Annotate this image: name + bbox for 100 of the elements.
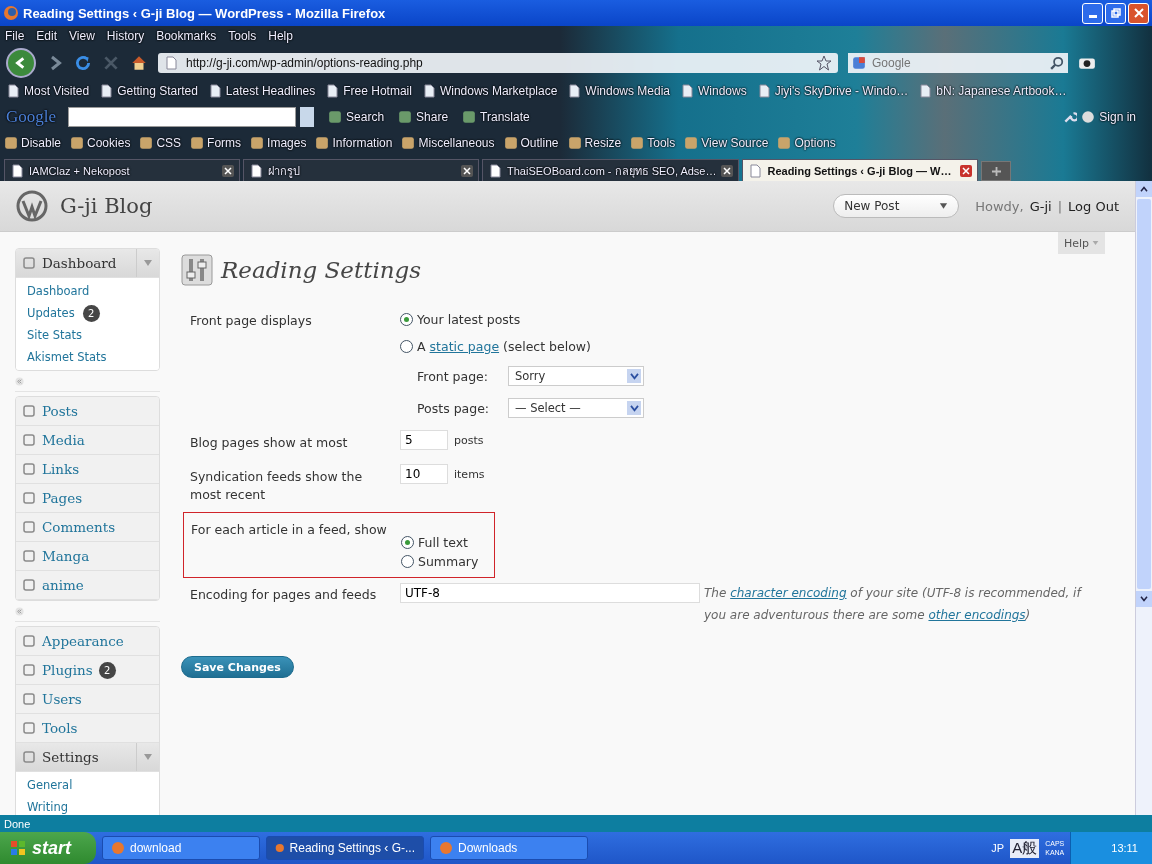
number-field[interactable]: 10 — [400, 464, 448, 484]
radio-button[interactable] — [401, 555, 414, 568]
menu-item[interactable]: anime — [16, 571, 159, 600]
menu-item[interactable]: History — [106, 29, 145, 43]
menu-item[interactable]: Tools — [16, 714, 159, 743]
site-title[interactable]: G-ji Blog — [60, 194, 153, 218]
menu-item[interactable]: Settings — [16, 743, 159, 772]
taskbar-button[interactable]: download — [102, 836, 260, 860]
submenu-link[interactable]: Site Stats — [27, 328, 83, 342]
bookmark[interactable]: Most Visited — [24, 84, 90, 98]
radio-button[interactable] — [401, 536, 414, 549]
save-changes-button[interactable]: Save Changes — [181, 656, 294, 678]
new-tab-button[interactable] — [981, 161, 1012, 181]
menu-item[interactable]: View — [69, 29, 95, 43]
toolbar-menu[interactable]: Information — [332, 136, 393, 150]
scroll-down-button[interactable] — [1136, 591, 1152, 607]
radio-button[interactable] — [400, 340, 413, 353]
toolbar-menu[interactable]: Miscellaneous — [418, 136, 495, 150]
search-icon[interactable] — [1050, 55, 1064, 70]
toolbar-button[interactable]: Share — [416, 110, 449, 124]
menu-item[interactable]: Manga — [16, 542, 159, 571]
maximize-button[interactable] — [1105, 2, 1126, 24]
bookmark[interactable]: Windows Media — [585, 84, 670, 98]
toolbar-menu[interactable]: Outline — [520, 136, 559, 150]
submenu-link[interactable]: General — [27, 778, 73, 792]
menu-item[interactable]: Media — [16, 426, 159, 455]
search-input[interactable]: Google — [870, 54, 1046, 71]
toolbar-menu[interactable]: Cookies — [87, 136, 131, 150]
toolbar-button[interactable]: Translate — [480, 110, 530, 124]
menu-item[interactable]: Dashboard — [16, 249, 159, 278]
bookmark[interactable]: Free Hotmail — [343, 84, 412, 98]
bookmark[interactable]: Windows Marketplace — [439, 84, 558, 98]
scroll-thumb[interactable] — [1137, 199, 1151, 589]
encoding-field[interactable]: UTF-8 — [400, 583, 700, 603]
close-icon[interactable] — [461, 164, 473, 177]
submenu-link[interactable]: Dashboard — [27, 284, 90, 298]
toolbar-menu[interactable]: Resize — [584, 136, 622, 150]
address-bar[interactable]: http://g-ji.com/wp-admin/options-reading.php — [158, 52, 838, 73]
toolbar-menu[interactable]: Options — [794, 136, 836, 150]
dropdown[interactable]: — Select — — [508, 398, 644, 418]
menu-item[interactable]: File — [5, 29, 25, 43]
start-button[interactable]: start — [0, 832, 96, 864]
menu-item[interactable]: Pages — [16, 484, 159, 513]
star-icon[interactable] — [816, 54, 832, 71]
taskbar-button[interactable]: Downloads — [430, 836, 588, 860]
menu-item[interactable]: Help — [268, 29, 293, 43]
help-link[interactable]: character encoding — [730, 586, 847, 600]
search-engine-icon[interactable] — [852, 55, 866, 70]
toolbar-menu[interactable]: Tools — [647, 136, 676, 150]
bookmark[interactable]: Getting Started — [117, 84, 198, 98]
taskbar-button[interactable]: Reading Settings ‹ G-... — [266, 836, 424, 860]
help-link[interactable]: other encodings — [928, 608, 1026, 622]
radio-button[interactable] — [400, 313, 413, 326]
dropdown[interactable]: Sorry — [508, 366, 644, 386]
search-field[interactable]: Google — [848, 52, 1068, 73]
back-button[interactable] — [6, 47, 36, 78]
help-button[interactable]: Help — [1057, 232, 1105, 254]
menu-item[interactable]: Users — [16, 685, 159, 714]
number-field[interactable]: 5 — [400, 430, 448, 450]
ime-indicator[interactable]: A般 — [1010, 838, 1040, 858]
new-post-button[interactable]: New Post — [833, 194, 960, 218]
toolbar-menu[interactable]: Forms — [207, 136, 242, 150]
bookmark[interactable]: Latest Headlines — [225, 84, 316, 98]
toolbar-menu[interactable]: View Source — [701, 136, 769, 150]
toolbar-button[interactable]: Search — [346, 110, 385, 124]
menu-item[interactable]: Appearance — [16, 627, 159, 656]
menu-item[interactable]: Links — [16, 455, 159, 484]
static-page-link[interactable]: static page — [429, 339, 500, 354]
submenu-link[interactable]: Updates — [27, 306, 75, 320]
browser-tab[interactable]: ฝากรูป — [243, 159, 479, 181]
toolbar-menu[interactable]: Images — [267, 136, 307, 150]
scrollbar-track[interactable] — [1135, 181, 1152, 815]
submenu-link[interactable]: Akismet Stats — [27, 350, 107, 364]
menu-item[interactable]: Tools — [228, 29, 257, 43]
bookmark[interactable]: Jiyi's SkyDrive - Windo… — [774, 84, 909, 98]
log-out-link[interactable]: Log Out — [1068, 198, 1119, 214]
scroll-up-button[interactable] — [1136, 181, 1152, 197]
minimize-button[interactable] — [1082, 2, 1103, 24]
user-link[interactable]: G-ji — [1029, 198, 1052, 214]
menu-item[interactable]: Bookmarks — [156, 29, 217, 43]
toolbar-menu[interactable]: Disable — [21, 136, 62, 150]
toolbar-menu[interactable]: CSS — [156, 136, 182, 150]
wrench-icon[interactable] — [1063, 110, 1078, 124]
dropdown-button[interactable] — [300, 107, 315, 127]
menu-item[interactable]: Plugins 2 — [16, 656, 159, 685]
browser-tab[interactable]: IAMClaz + Nekopost — [4, 159, 240, 181]
submenu-link[interactable]: Writing — [27, 800, 69, 814]
bookmark[interactable]: Windows — [698, 84, 747, 98]
sign-in-button[interactable]: Sign in — [1099, 110, 1136, 124]
menu-item[interactable]: Comments — [16, 513, 159, 542]
toolbar-search-field[interactable] — [68, 107, 297, 127]
language-indicator[interactable]: JP — [991, 842, 1005, 854]
browser-tab[interactable]: ThaiSEOBoard.com - กลยุทธ SEO, Adse… — [482, 159, 740, 181]
menu-item[interactable]: Edit — [36, 29, 58, 43]
bookmark[interactable]: bN: Japanese Artbook… — [936, 84, 1067, 98]
browser-tab[interactable]: Reading Settings ‹ G-ji Blog — W… — [742, 159, 979, 181]
menu-item[interactable]: Posts — [16, 397, 159, 426]
close-button[interactable] — [1128, 2, 1149, 24]
close-icon[interactable] — [721, 164, 734, 177]
close-icon[interactable] — [222, 164, 234, 177]
